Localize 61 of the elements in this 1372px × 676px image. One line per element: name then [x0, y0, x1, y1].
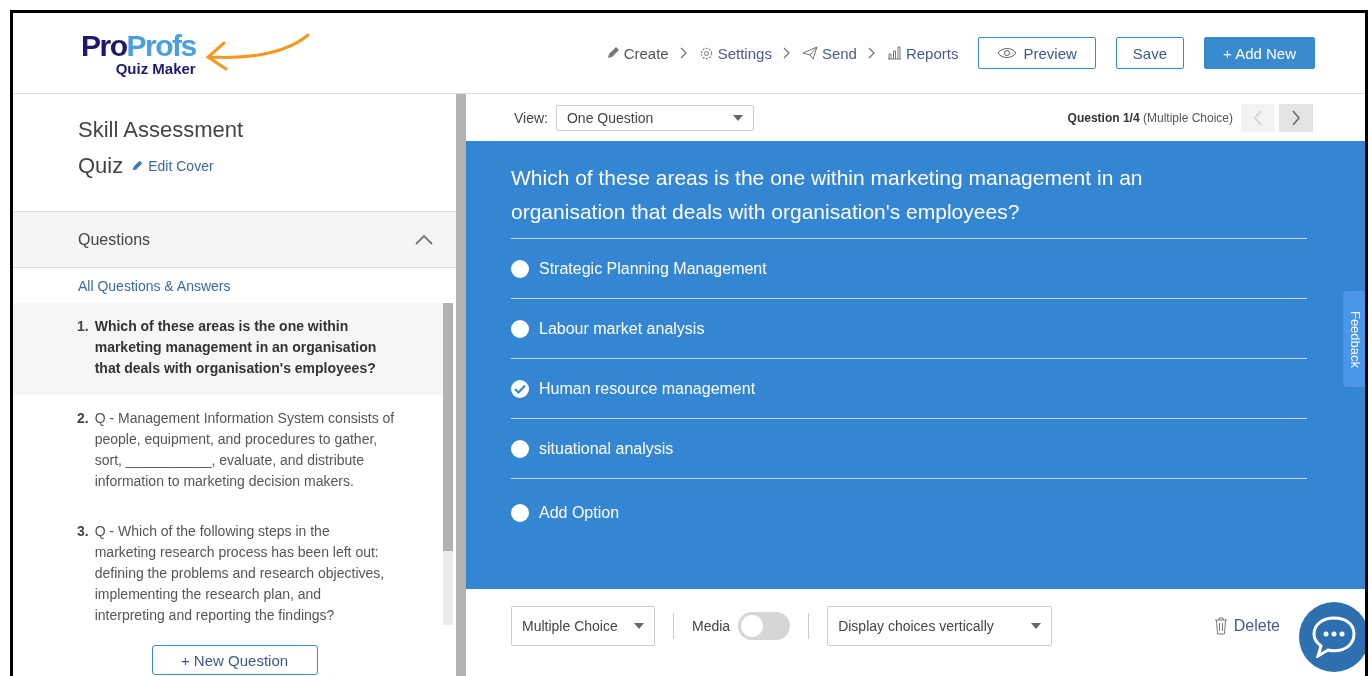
- next-button[interactable]: [1279, 103, 1313, 132]
- chevron-right-icon: [1291, 109, 1301, 126]
- save-button[interactable]: Save: [1115, 37, 1185, 69]
- gear-icon: [698, 45, 714, 61]
- question-text: Which of these areas is the one within marketing management in an organisation that deals with organisation's employees?: [94, 317, 378, 378]
- arrow-icon: [203, 33, 309, 73]
- option-label[interactable]: Human resource management: [539, 379, 756, 398]
- collapse-toggle[interactable]: [414, 232, 434, 247]
- question-type-select[interactable]: Multiple Choice: [511, 605, 655, 646]
- caret-icon: [634, 622, 644, 629]
- question-counter: Question 1/4 (Multiple Choice): [1067, 110, 1233, 125]
- question-title[interactable]: Which of these areas is the one within marketing management in an organisation that deals with organisation's employees?: [511, 161, 1307, 239]
- radio-button[interactable]: [511, 259, 529, 278]
- trash-icon: [1213, 616, 1228, 635]
- radio-button[interactable]: [511, 319, 529, 338]
- radio-button[interactable]: [511, 504, 529, 522]
- delete-button[interactable]: Delete: [1213, 616, 1280, 635]
- view-select[interactable]: One Question: [556, 104, 754, 131]
- nav-link[interactable]: Create: [605, 44, 669, 62]
- add-option-label[interactable]: Add Option: [539, 504, 620, 522]
- nav-link[interactable]: Reports: [886, 44, 959, 62]
- radio-button[interactable]: [511, 439, 529, 458]
- preview-button[interactable]: Preview: [978, 37, 1096, 69]
- question-list-item[interactable]: 1. Which of these areas is the one within marketing management in an organisation that deals with organisation's employees?: [13, 303, 443, 395]
- question-number: 1.: [77, 317, 89, 336]
- logo[interactable]: ProProfs Quiz Maker: [81, 30, 196, 76]
- scrollbar-thumb[interactable]: [443, 303, 453, 551]
- caret-icon: [1031, 622, 1042, 629]
- bar-chart-icon: [886, 46, 902, 60]
- radio-button[interactable]: [511, 379, 529, 398]
- section-title: Questions: [78, 230, 151, 249]
- chevron-icon: [781, 47, 792, 59]
- speech-bubble-icon: [1311, 616, 1357, 658]
- option-label[interactable]: Labour market analysis: [539, 319, 705, 338]
- media-toggle[interactable]: [738, 611, 791, 640]
- all-questions-link[interactable]: All Questions & Answers: [13, 268, 456, 303]
- add-new-button[interactable]: + Add New: [1204, 37, 1315, 69]
- pencil-icon: [605, 46, 620, 60]
- caret-icon: [733, 114, 743, 121]
- question-text: Q - Which of the following steps in the marketing research process has been left out: defining the problems and research objectives, implementing the research plan, and interpreting and reporting the findings?: [94, 522, 386, 625]
- chevron-icon: [678, 47, 689, 59]
- option-label[interactable]: Strategic Planning Management: [539, 259, 767, 278]
- new-question-button[interactable]: + New Question: [151, 645, 318, 675]
- chevron-icon: [866, 47, 877, 59]
- nav-link[interactable]: Send: [801, 44, 857, 62]
- paper-plane-icon: [801, 46, 818, 60]
- chevron-left-icon: [1253, 109, 1263, 126]
- display-select[interactable]: Display choices vertically: [827, 605, 1053, 646]
- quiz-title: Quiz: [78, 152, 124, 180]
- view-label: View:: [514, 109, 548, 126]
- option-label[interactable]: situational analysis: [539, 439, 674, 458]
- question-number: 3.: [77, 522, 89, 541]
- eye-icon: [997, 47, 1018, 59]
- quiz-title: Skill Assessment: [78, 116, 244, 144]
- question-number: 2.: [77, 409, 89, 428]
- question-text: Q - Management Information System consists of people, equipment, and procedures to gather, sort, ___________, evaluate, and distribute information to marketing decision makers.: [94, 409, 395, 491]
- pencil-icon: [131, 160, 144, 172]
- media-label: Media: [692, 617, 731, 634]
- nav-link[interactable]: Settings: [698, 44, 772, 62]
- scrollbar-track[interactable]: [443, 303, 453, 625]
- edit-cover-link[interactable]: Edit Cover: [131, 148, 214, 184]
